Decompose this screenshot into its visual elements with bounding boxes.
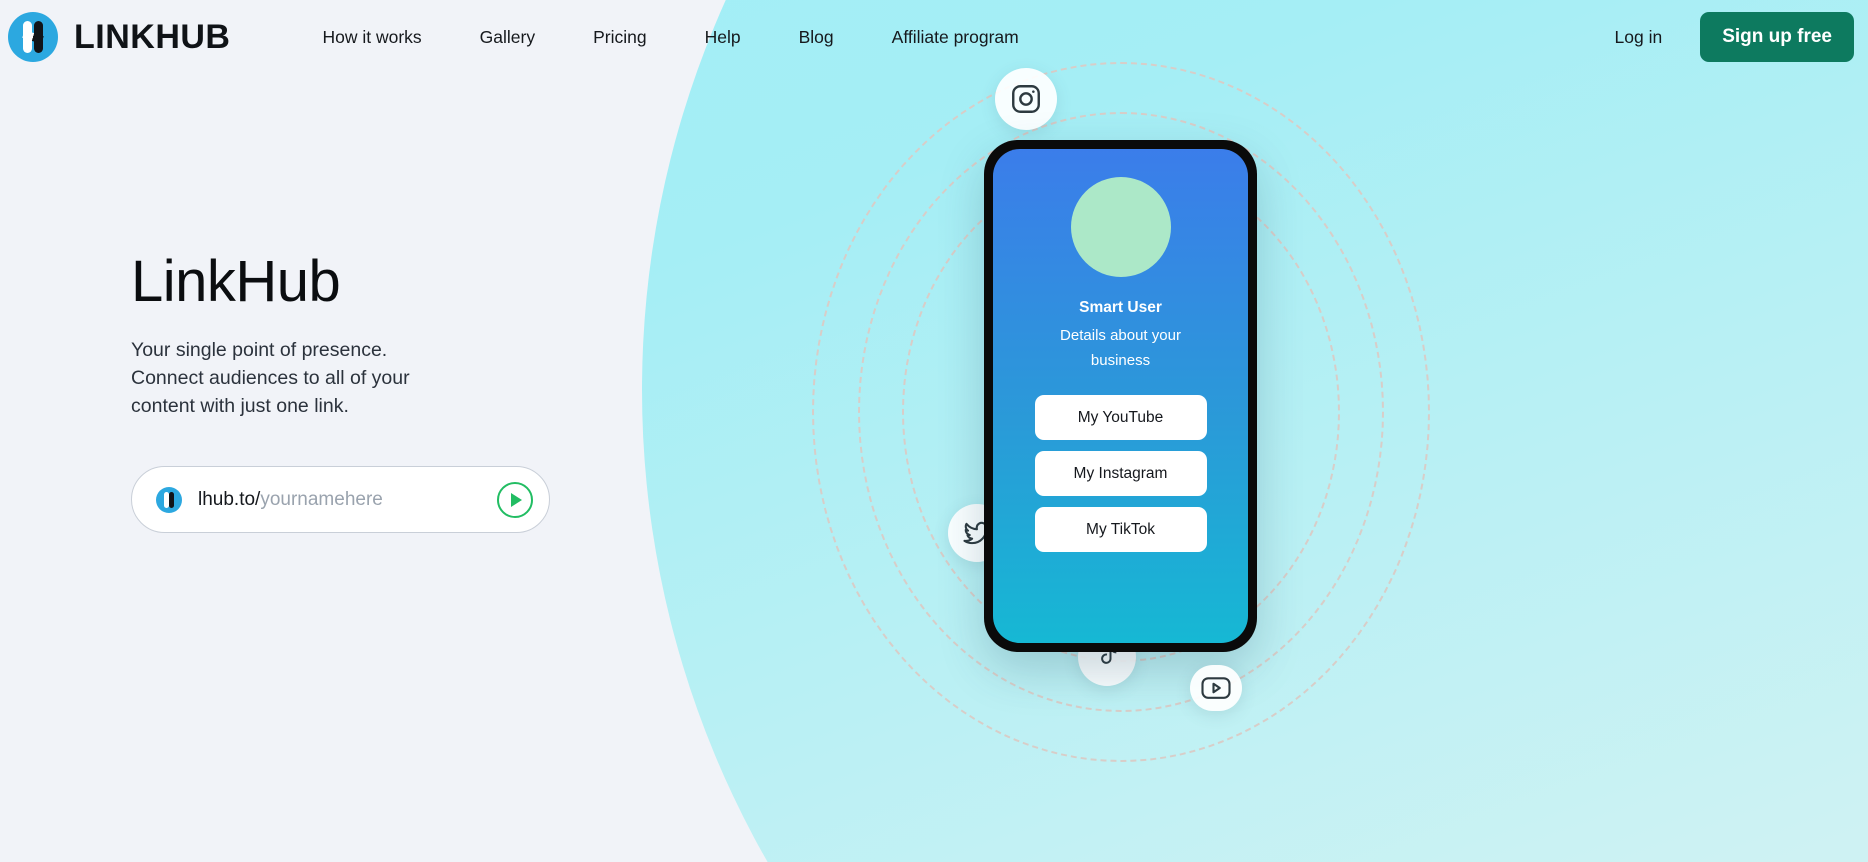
instagram-icon (995, 68, 1057, 130)
phone-mockup: Smart User Details about your business M… (984, 140, 1257, 652)
nav-item-how-it-works[interactable]: How it works (322, 27, 421, 48)
nav-item-gallery[interactable]: Gallery (480, 27, 535, 48)
profile-bio: Details about your business (1060, 327, 1181, 369)
nav-item-affiliate-program[interactable]: Affiliate program (892, 27, 1019, 48)
url-placeholder: yournamehere (260, 488, 383, 510)
profile-link-youtube[interactable]: My YouTube (1034, 395, 1207, 440)
claim-url-input[interactable]: lhub.to/yournamehere (131, 466, 550, 533)
brand[interactable]: LINKHUB (8, 12, 230, 62)
login-link[interactable]: Log in (1615, 27, 1663, 48)
page-title: LinkHub (131, 249, 341, 314)
hero-text-block: LinkHub Your single point of presence. C… (131, 250, 601, 420)
profile-link-list: My YouTube My Instagram My TikTok (1034, 395, 1207, 552)
nav-item-blog[interactable]: Blog (799, 27, 834, 48)
site-header: LINKHUB How it works Gallery Pricing Hel… (0, 0, 1868, 74)
signup-button[interactable]: Sign up free (1700, 12, 1854, 62)
profile-link-instagram[interactable]: My Instagram (1034, 451, 1207, 496)
profile-link-tiktok[interactable]: My TikTok (1034, 507, 1207, 552)
nav-item-help[interactable]: Help (705, 27, 741, 48)
linkhub-logo-icon (8, 12, 58, 62)
profile-username: Smart User (1079, 299, 1162, 316)
url-text: lhub.to/yournamehere (198, 489, 383, 511)
brand-name: LINKHUB (74, 17, 231, 56)
avatar (1070, 177, 1171, 277)
play-arrow-icon (511, 492, 522, 507)
url-prefix: lhub.to/ (198, 488, 261, 510)
nav-item-pricing[interactable]: Pricing (593, 27, 647, 48)
youtube-icon (1190, 665, 1242, 711)
header-actions: Log in Sign up free (1615, 12, 1854, 62)
linkhub-mark-icon (156, 486, 182, 513)
claim-url-submit-button[interactable] (497, 481, 533, 518)
hero-subtitle: Your single point of presence. Connect a… (131, 338, 410, 417)
phone-screen: Smart User Details about your business M… (993, 149, 1248, 643)
main-nav: How it works Gallery Pricing Help Blog A… (322, 27, 1018, 48)
